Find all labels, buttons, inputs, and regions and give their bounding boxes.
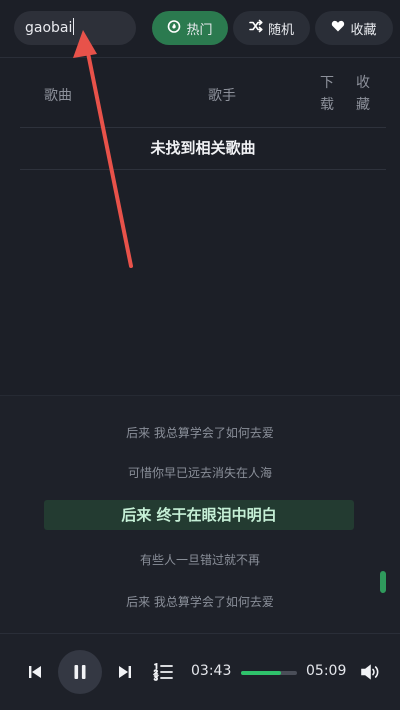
lyric-line-current: 后来 终于在眼泪中明白 xyxy=(44,500,354,530)
search-input[interactable]: gaobai xyxy=(14,11,136,45)
column-singer: 歌手 xyxy=(208,88,236,104)
tab-favorites[interactable]: 收藏 xyxy=(315,11,393,45)
skip-previous-icon xyxy=(28,665,42,679)
tab-hot-label: 热门 xyxy=(186,22,213,38)
volume-button[interactable] xyxy=(360,662,382,682)
lyric-line: 后来 我总算学会了如何去爱 xyxy=(126,595,274,609)
pause-icon xyxy=(73,664,87,680)
column-favorite: 收藏 xyxy=(356,75,370,113)
next-button[interactable] xyxy=(116,662,134,682)
volume-icon xyxy=(361,664,381,680)
progress-bar[interactable] xyxy=(241,671,297,675)
tab-random[interactable]: 随机 xyxy=(233,11,310,45)
column-song: 歌曲 xyxy=(44,88,72,104)
total-time: 05:09 xyxy=(306,663,347,679)
lyric-line: 后来 我总算学会了如何去爱 xyxy=(126,426,274,440)
empty-results-message: 未找到相关歌曲 xyxy=(20,128,386,170)
search-input-text: gaobai xyxy=(25,20,73,36)
playlist-icon xyxy=(153,663,173,681)
lyric-line: 可惜你早已远去消失在人海 xyxy=(127,466,272,480)
previous-button[interactable] xyxy=(26,662,44,682)
lyric-line: 有些人一旦错过就不再 xyxy=(139,553,260,567)
tab-hot[interactable]: 热门 xyxy=(152,11,228,45)
progress-fill xyxy=(241,671,282,675)
tab-random-label: 随机 xyxy=(267,22,294,38)
tab-favorites-label: 收藏 xyxy=(350,22,377,38)
playlist-button[interactable] xyxy=(152,661,174,683)
flame-icon xyxy=(167,19,181,37)
text-caret xyxy=(73,18,75,35)
lyrics-scrollbar[interactable] xyxy=(380,571,386,593)
song-table-header: 歌曲 歌手 下载 收藏 xyxy=(20,58,386,128)
skip-next-icon xyxy=(118,665,132,679)
current-time: 03:43 xyxy=(191,663,232,679)
lyrics-panel[interactable]: 后来 我总算学会了如何去爱 可惜你早已远去消失在人海 后来 终于在眼泪中明白 有… xyxy=(0,395,400,633)
heart-icon xyxy=(331,19,345,37)
column-download: 下载 xyxy=(320,75,334,113)
player-bar: 03:43 05:09 xyxy=(0,633,400,710)
top-bar: gaobai 热门 随机 收藏 xyxy=(0,0,400,58)
pause-button[interactable] xyxy=(58,650,102,694)
shuffle-icon xyxy=(249,19,263,37)
